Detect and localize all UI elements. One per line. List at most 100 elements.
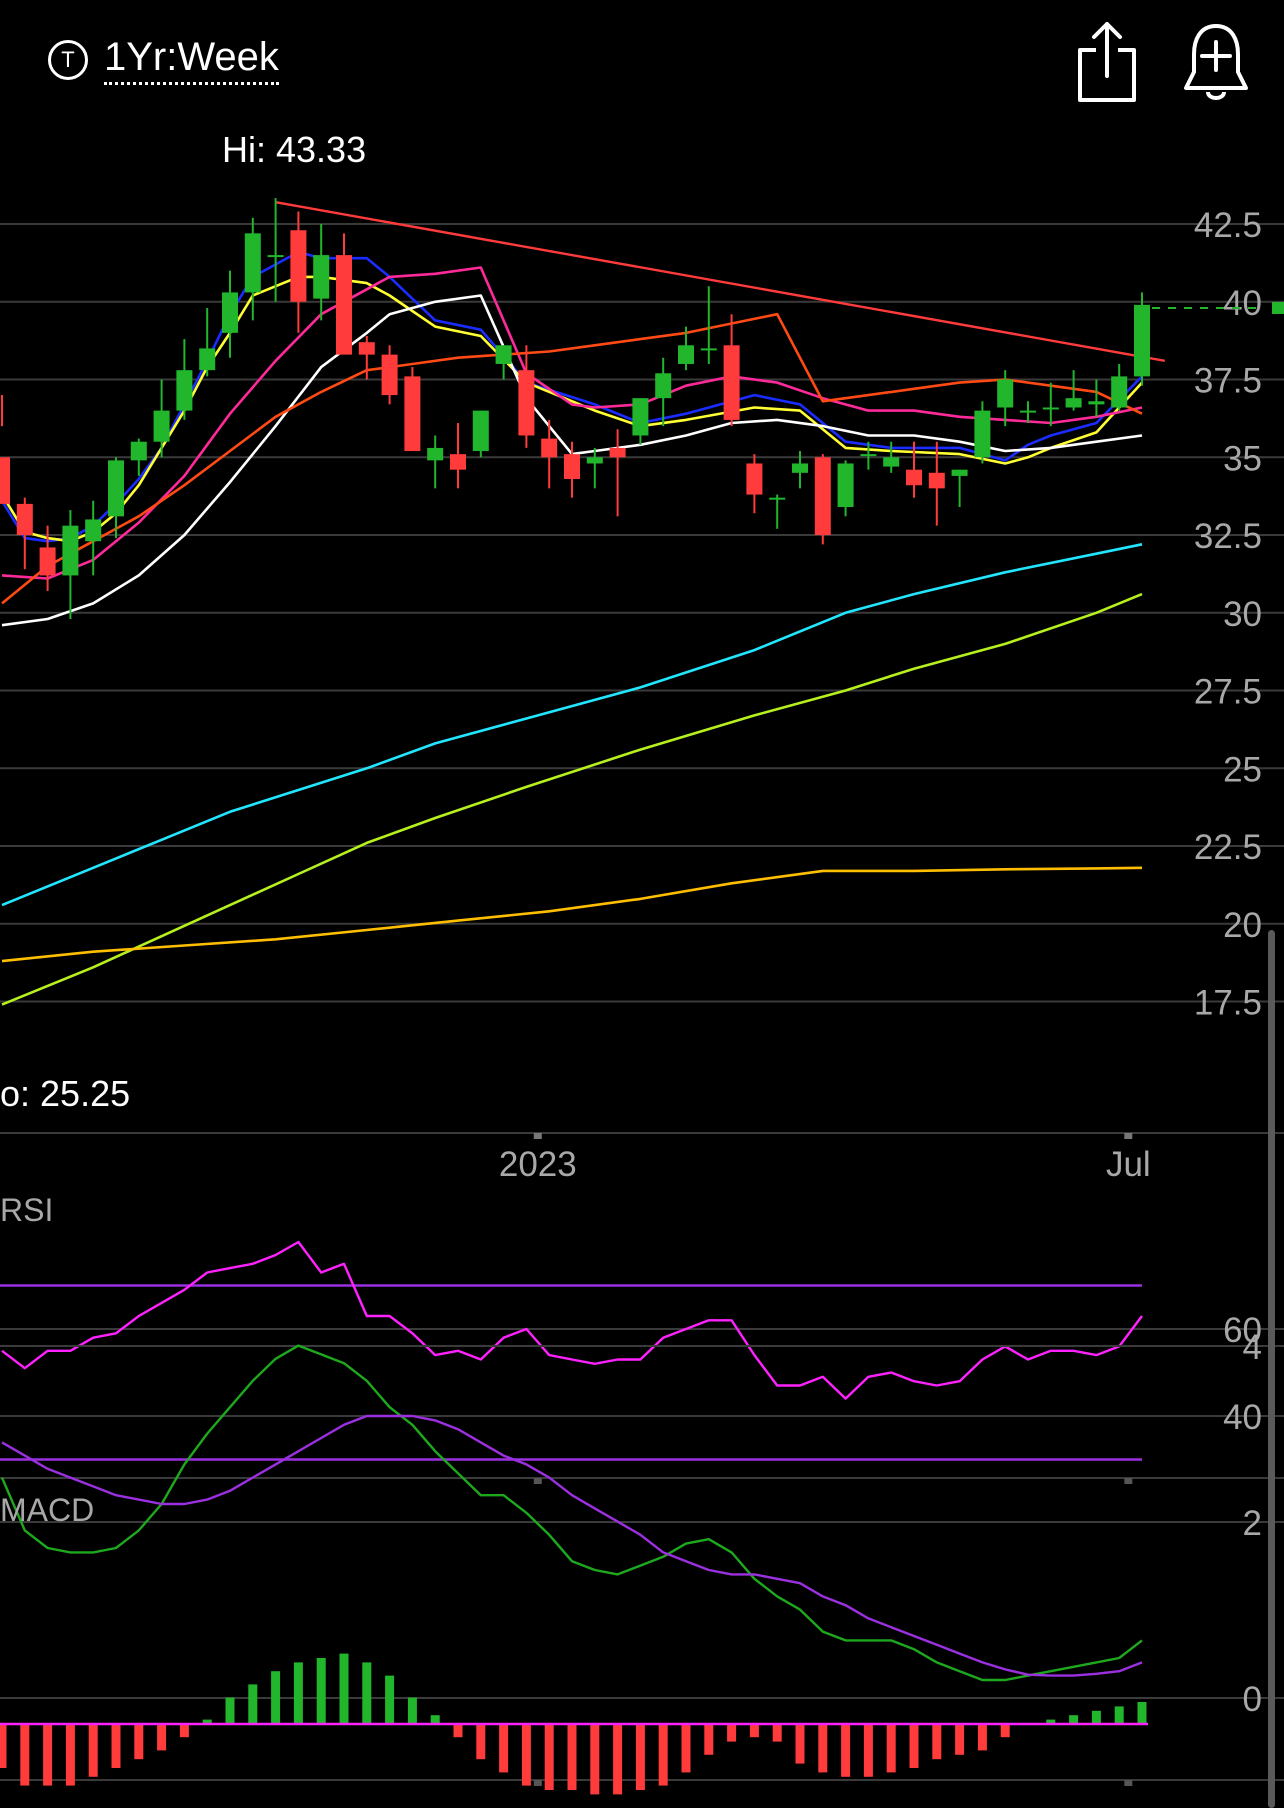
candle — [0, 395, 10, 504]
macd-histogram-bar — [248, 1684, 258, 1724]
macd-histogram-bar — [65, 1724, 75, 1786]
candlesticks — [0, 198, 1150, 619]
candle — [450, 423, 466, 489]
macd-histogram-bar — [658, 1724, 668, 1786]
time-tick — [1124, 1478, 1133, 1484]
time-tick — [533, 1478, 542, 1484]
macd-histogram-bar — [453, 1724, 463, 1738]
candle — [906, 441, 922, 498]
candle-body — [290, 230, 307, 302]
macd-histogram-bar — [521, 1724, 531, 1786]
candle-body — [883, 457, 900, 467]
candle-body — [928, 472, 945, 489]
macd-line-macd-signal — [1, 1414, 1143, 1677]
macd-histogram-bar — [1137, 1702, 1147, 1724]
macd-histogram-bar — [841, 1724, 851, 1777]
candle — [381, 345, 398, 405]
candle-body — [655, 373, 672, 399]
price-tick-label: 30 — [1223, 595, 1262, 634]
macd-histogram-bar — [567, 1724, 577, 1790]
candle — [1088, 379, 1105, 417]
macd-histogram-bar — [111, 1724, 121, 1768]
price-axis-labels: 42.5 40 37.5 35 32.5 30 27.5 25 22.5 20 17.5 — [1152, 206, 1284, 1023]
candle-body — [1088, 401, 1105, 405]
rsi-pane: 6040 — [0, 1240, 1284, 1484]
candle — [814, 454, 831, 545]
trendline — [275, 201, 1166, 363]
candle-body — [837, 463, 854, 508]
candle-body — [541, 438, 558, 458]
candle-body — [1020, 410, 1036, 413]
candle-body — [108, 460, 124, 517]
candle-body — [472, 410, 489, 452]
macd-histogram-bar — [544, 1724, 554, 1790]
last-price-marker — [1272, 301, 1284, 314]
macd-histogram-bar — [795, 1724, 805, 1764]
candle — [1042, 382, 1059, 427]
candle — [199, 307, 216, 377]
macd-histogram-bar — [225, 1697, 235, 1724]
macd-histogram-bar — [0, 1724, 7, 1768]
candle-body — [176, 370, 193, 411]
macd-histogram-bar — [476, 1724, 486, 1760]
ma-line-ema-blue — [0, 250, 1143, 543]
candle-body — [518, 370, 535, 436]
macd-histogram-bar — [863, 1724, 873, 1777]
candle-body — [381, 354, 398, 396]
macd-title: MACD — [0, 1492, 94, 1528]
price-tick-label: 20 — [1223, 906, 1262, 945]
candle-body — [244, 233, 261, 293]
macd-histogram-bar — [955, 1724, 965, 1755]
rsi-title: RSI — [0, 1192, 53, 1228]
chart-canvas[interactable]: 42.54037.53532.53027.52522.52017.5 Hi: 4… — [0, 0, 1284, 1808]
candle — [313, 224, 330, 321]
candle-body — [906, 469, 922, 486]
price-tick-label: 17.5 — [1194, 984, 1262, 1023]
candle — [495, 345, 512, 380]
macd-histogram-bar — [1069, 1715, 1079, 1724]
macd-histogram-bar — [499, 1724, 509, 1773]
macd-histogram-bar — [362, 1662, 372, 1724]
macd-histogram-bar — [407, 1697, 417, 1724]
candle — [267, 198, 284, 302]
price-tick-label: 35 — [1223, 439, 1262, 478]
candle — [746, 454, 763, 514]
candle-body — [632, 398, 649, 436]
time-axis: 2023 Jul — [499, 1133, 1151, 1184]
macd-histogram-bar — [271, 1671, 281, 1724]
candle-body — [39, 547, 56, 576]
candle — [769, 494, 786, 529]
candle — [700, 286, 717, 364]
rsi-tick-label: 40 — [1223, 1398, 1262, 1437]
candle-body — [1134, 304, 1150, 377]
macd-histogram-bar — [20, 1724, 30, 1786]
candle — [472, 410, 489, 458]
candle — [404, 367, 421, 452]
candle-body — [723, 345, 740, 420]
candle-body — [450, 454, 466, 470]
candle-body — [358, 342, 375, 355]
macd-histogram-bar — [635, 1724, 645, 1790]
scrollbar[interactable] — [1268, 930, 1275, 1808]
candle-body — [336, 255, 352, 355]
macd-histogram-bar — [316, 1658, 326, 1724]
candle — [290, 211, 307, 333]
candle — [222, 270, 238, 358]
time-tick — [533, 1133, 542, 1139]
candle-body — [609, 447, 626, 458]
candle-body — [769, 497, 786, 500]
macd-line-macd — [0, 1344, 1143, 1682]
macd-histogram-bar — [1000, 1724, 1010, 1738]
candle-body — [495, 345, 512, 364]
candle — [609, 429, 626, 517]
ma-line-ema-yellow — [0, 275, 1143, 543]
candle-body — [62, 525, 79, 576]
candle-body — [860, 454, 877, 457]
candle — [541, 419, 558, 489]
macd-histogram-bar — [909, 1724, 919, 1768]
candle — [951, 469, 968, 508]
candle-body — [313, 255, 330, 299]
macd-histogram-bar — [134, 1724, 144, 1760]
price-tick-label: 40 — [1223, 284, 1262, 323]
ma-line-ma-gold — [1, 866, 1143, 963]
